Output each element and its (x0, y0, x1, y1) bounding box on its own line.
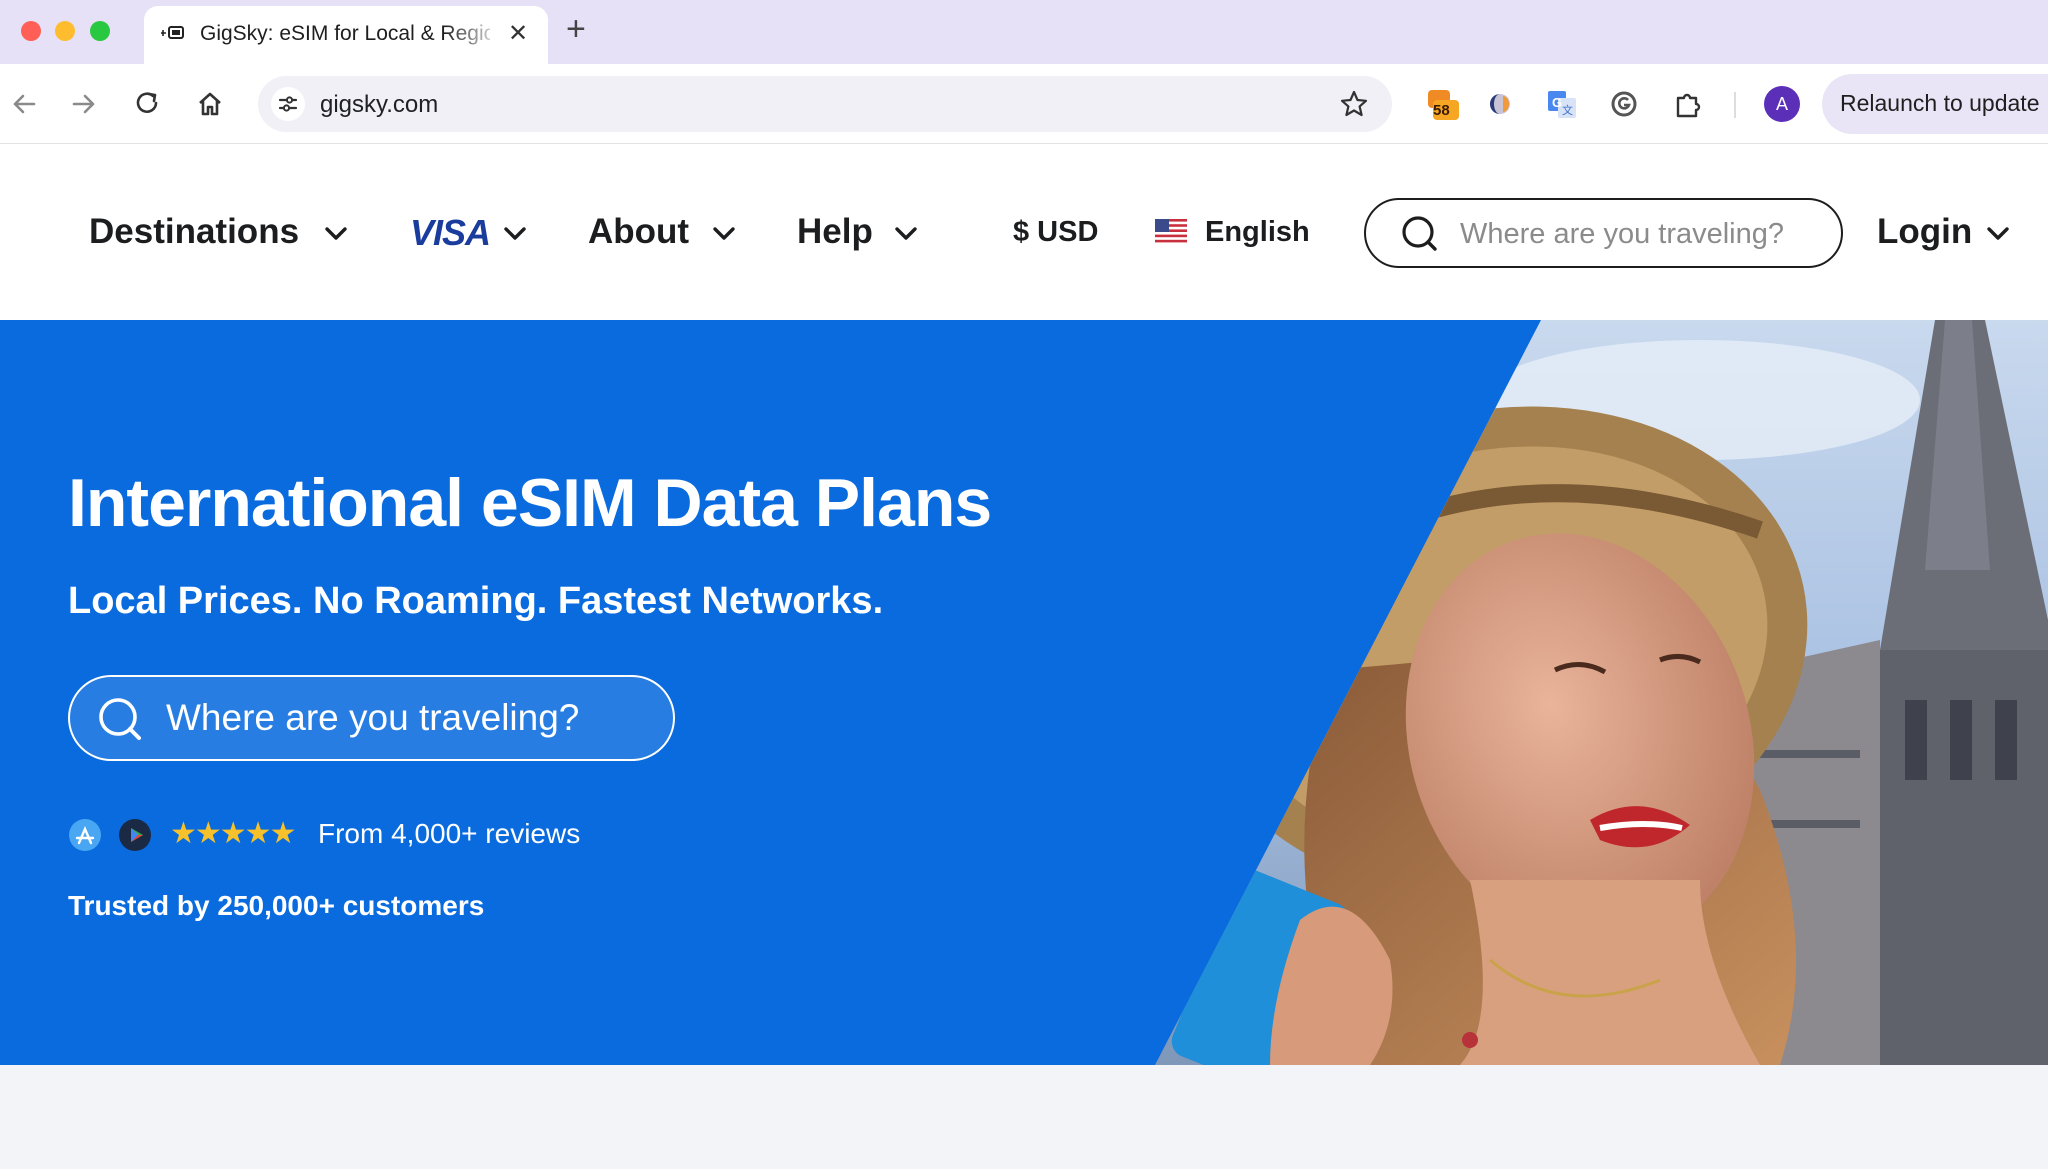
extension-badge-count: 58 (1433, 102, 1450, 119)
bookmark-star-icon[interactable] (1336, 86, 1372, 122)
home-icon[interactable] (192, 86, 228, 122)
url-text[interactable]: gigsky.com (320, 91, 438, 119)
window-minimize-button[interactable] (55, 21, 75, 41)
tab-title-fade (444, 16, 504, 52)
hero-banner: International eSIM Data Plans Local Pric… (0, 320, 2048, 1065)
grammarly-icon[interactable] (1606, 86, 1642, 122)
reload-icon[interactable] (129, 86, 165, 122)
currency-selector[interactable]: $ USD (1013, 216, 1098, 249)
window-zoom-button[interactable] (90, 21, 110, 41)
trusted-customers-text: Trusted by 250,000+ customers (68, 890, 485, 921)
chevron-down-icon[interactable] (503, 226, 527, 242)
extension-badge-icon[interactable]: 58 (1424, 86, 1460, 122)
page-body-background (0, 1065, 2048, 1169)
google-play-icon[interactable] (118, 818, 152, 852)
search-icon (99, 698, 141, 740)
svg-text:G: G (1552, 95, 1562, 110)
reviews-count-text: From 4,000+ reviews (318, 818, 581, 849)
browser-toolbar: gigsky.com 58 G 文 A Relaunch to update (0, 64, 2048, 144)
hero-subtitle: Local Prices. No Roaming. Fastest Networ… (68, 580, 884, 622)
header-search-box[interactable] (1364, 198, 1843, 268)
site-header: Destinations VISA About Help $ USD Engli… (0, 144, 2048, 320)
app-store-icon[interactable] (68, 818, 102, 852)
chevron-down-icon[interactable] (894, 226, 918, 242)
chevron-down-icon[interactable] (324, 226, 348, 242)
tab-close-icon[interactable]: ✕ (504, 20, 532, 48)
nav-help[interactable]: Help (797, 212, 873, 252)
profile-avatar[interactable]: A (1764, 86, 1800, 122)
google-translate-icon[interactable]: G 文 (1544, 86, 1580, 122)
new-tab-button[interactable]: + (566, 12, 586, 46)
browser-tab-strip: GigSky: eSIM for Local & Regional Data ✕… (0, 0, 2048, 64)
toolbar-divider (1734, 92, 1736, 118)
hero-title: International eSIM Data Plans (68, 465, 992, 541)
svg-text:文: 文 (1562, 103, 1573, 117)
back-arrow-icon[interactable] (6, 86, 42, 122)
extensions-puzzle-icon[interactable] (1670, 86, 1706, 122)
browser-tab-active[interactable]: GigSky: eSIM for Local & Regional Data ✕ (144, 6, 548, 64)
header-search-input[interactable] (1460, 214, 1820, 254)
hero-search-input[interactable] (166, 695, 646, 741)
nav-about[interactable]: About (588, 212, 689, 252)
address-bar[interactable]: gigsky.com (258, 76, 1392, 132)
nav-destinations[interactable]: Destinations (89, 212, 299, 252)
language-selector[interactable]: English (1205, 216, 1310, 249)
login-menu[interactable]: Login (1877, 212, 1972, 252)
forward-arrow-icon[interactable] (66, 86, 102, 122)
hero-search-box[interactable] (68, 675, 675, 761)
chevron-down-icon[interactable] (712, 226, 736, 242)
relaunch-to-update-button[interactable]: Relaunch to update (1822, 74, 2048, 134)
gigsky-sim-icon (161, 26, 184, 39)
chevron-down-icon[interactable] (1986, 226, 2010, 242)
moon-extension-icon[interactable] (1482, 86, 1518, 122)
site-settings-icon[interactable] (270, 86, 306, 122)
us-flag-icon (1155, 219, 1187, 243)
window-close-button[interactable] (21, 21, 41, 41)
five-star-rating: ★★★★★ (170, 817, 296, 850)
nav-visa-logo[interactable]: VISA (410, 212, 491, 254)
search-icon (1402, 216, 1437, 251)
